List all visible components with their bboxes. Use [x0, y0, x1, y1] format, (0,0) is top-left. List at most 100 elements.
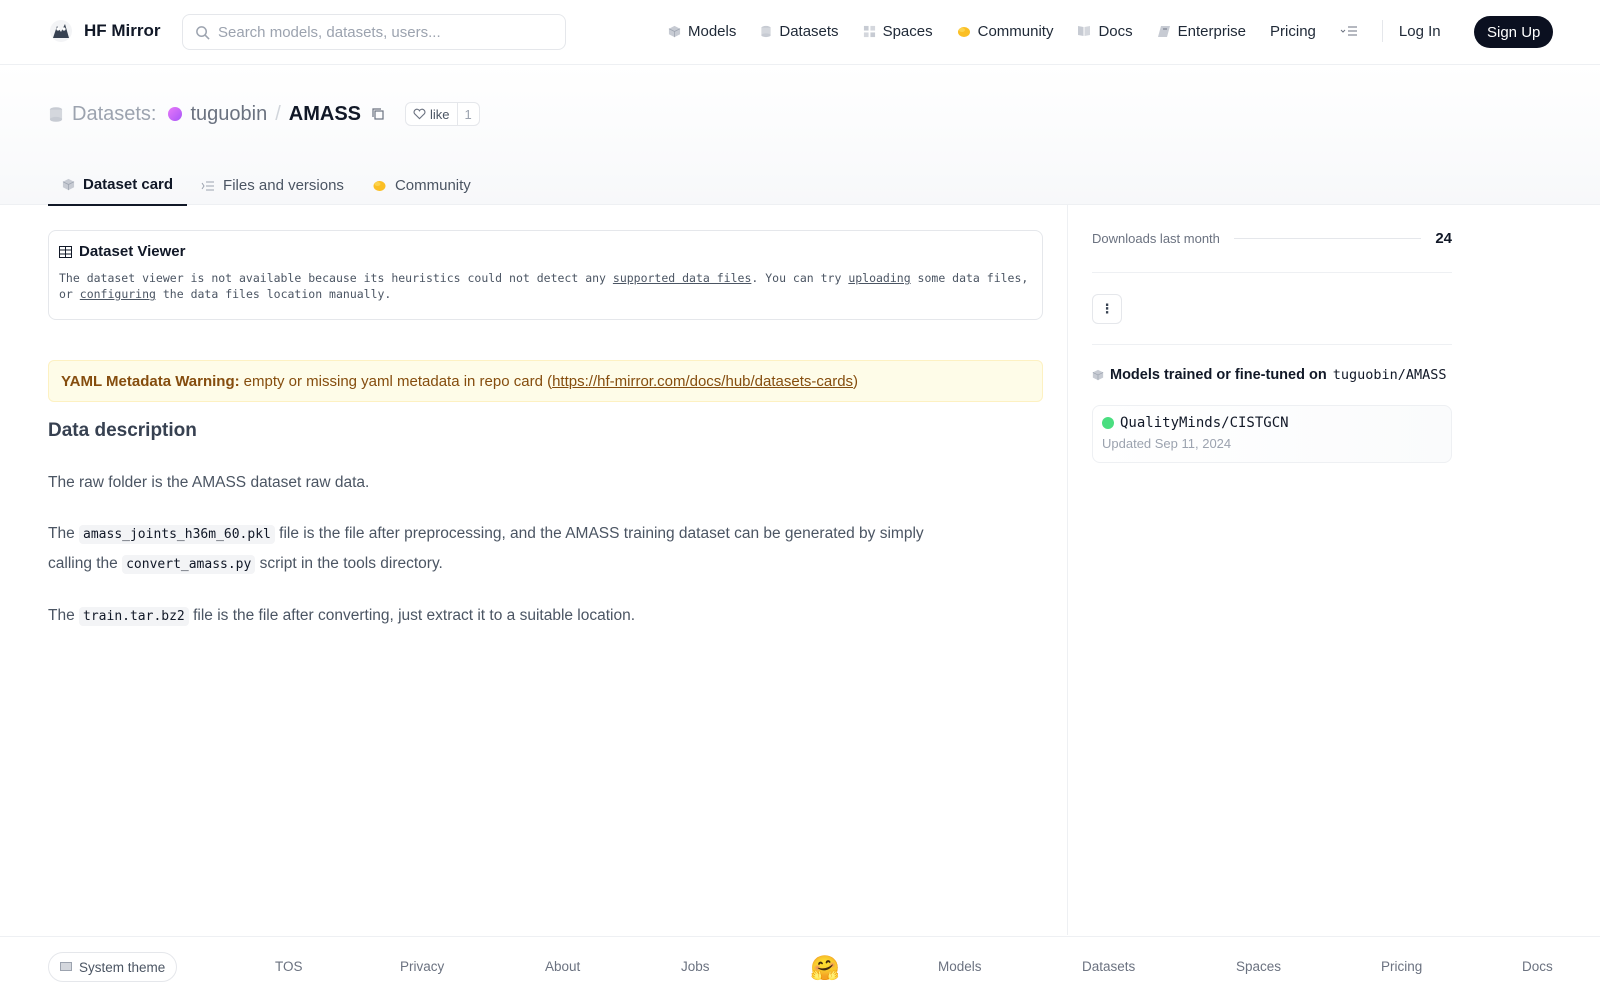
signup-button[interactable]: Sign Up	[1474, 16, 1554, 48]
viewer-text: the data files location manually.	[155, 287, 392, 301]
paragraph: The raw folder is the AMASS dataset raw …	[48, 474, 370, 491]
footer-link-privacy[interactable]: Privacy	[400, 959, 444, 974]
model-card[interactable]: QualityMinds/CISTGCN Updated Sep 11, 202…	[1092, 405, 1452, 463]
downloads-label: Downloads last month	[1092, 231, 1220, 246]
breadcrumb-separator: /	[275, 102, 281, 125]
like-button[interactable]: like	[406, 103, 458, 125]
footer-link-jobs[interactable]: Jobs	[681, 959, 710, 974]
brand-name: HF Mirror	[84, 21, 161, 40]
viewer-text: . You can try	[751, 271, 849, 285]
nav-label: Models	[688, 22, 737, 40]
database-icon	[49, 106, 63, 122]
uploading-link[interactable]: uploading	[848, 271, 910, 285]
database-icon	[761, 25, 772, 37]
actions-row: ⋮	[1092, 273, 1452, 345]
copy-icon[interactable]	[371, 107, 385, 121]
hugging-face-emoji-icon[interactable]: 🤗	[810, 954, 840, 983]
monitor-icon	[60, 962, 72, 971]
warning-text: empty or missing yaml metadata in repo c…	[243, 372, 553, 390]
cube-icon	[62, 178, 75, 191]
paragraph: The amass_joints_h36m_60.pkl file is the…	[48, 519, 948, 579]
section-heading: Data description	[48, 420, 197, 441]
tab-community[interactable]: Community	[358, 165, 485, 206]
search-input[interactable]	[218, 23, 538, 41]
search-icon	[196, 25, 210, 40]
inline-code: convert_amass.py	[122, 555, 256, 574]
sidebar: Downloads last month 24 ⋮ Models trained…	[1092, 205, 1452, 463]
footer-link-pricing[interactable]: Pricing	[1381, 959, 1422, 974]
cube-icon	[1092, 369, 1104, 381]
dataset-viewer-message: The dataset viewer is not available beca…	[59, 270, 1032, 302]
login-link[interactable]: Log In	[1399, 23, 1441, 40]
tag-icon	[1157, 25, 1170, 37]
footer-link-models[interactable]: Models	[938, 959, 982, 974]
text: file is the file after converting, just …	[188, 607, 636, 624]
nav-datasets[interactable]: Datasets	[760, 22, 839, 40]
footer-link-docs[interactable]: Docs	[1522, 959, 1553, 974]
nav-enterprise[interactable]: Enterprise	[1157, 23, 1246, 40]
dataset-cards-docs-link[interactable]: https://hf-mirror.com/docs/hub/datasets-…	[552, 373, 853, 390]
tab-label: Dataset card	[83, 176, 174, 193]
downloads-sparkline	[1233, 238, 1422, 239]
footer-link-spaces[interactable]: Spaces	[1236, 959, 1281, 974]
table-icon	[59, 245, 72, 258]
nav-label: Datasets	[779, 22, 839, 40]
downloads-count: 24	[1435, 230, 1452, 247]
main-nav: Models Datasets Spaces Community Docs En…	[668, 20, 1457, 42]
book-icon	[1078, 26, 1091, 36]
nav-label: Enterprise	[1177, 22, 1247, 40]
repo-header: Datasets: tuguobin / AMASS like 1 Datase…	[0, 65, 1600, 206]
configuring-link[interactable]: configuring	[80, 287, 156, 301]
more-menu-button[interactable]	[1340, 25, 1358, 37]
cube-icon	[668, 25, 681, 37]
text: The	[48, 607, 80, 624]
supported-data-files-link[interactable]: supported data files	[613, 271, 751, 285]
warning-label: YAML Metadata Warning:	[61, 372, 240, 390]
theme-toggle-button[interactable]: System theme	[48, 952, 178, 982]
yaml-metadata-warning: YAML Metadata Warning: empty or missing …	[48, 360, 1043, 402]
more-menu-icon	[1340, 26, 1357, 36]
repo-name[interactable]: AMASS	[289, 103, 361, 126]
dataset-viewer-box: Dataset Viewer The dataset viewer is not…	[48, 230, 1043, 320]
tab-label: Community	[394, 177, 471, 194]
nav-spaces[interactable]: Spaces	[863, 23, 933, 40]
dataset-viewer-heading: Dataset Viewer	[79, 243, 186, 260]
nav-label: Spaces	[882, 22, 933, 40]
files-icon	[201, 181, 215, 190]
repo-owner[interactable]: tuguobin	[190, 103, 267, 126]
logo-icon	[50, 20, 72, 42]
dataset-viewer-title: Dataset Viewer	[59, 243, 1032, 260]
tab-dataset-card[interactable]: Dataset card	[48, 165, 188, 206]
model-avatar	[1102, 417, 1114, 429]
nav-community[interactable]: Community	[957, 23, 1053, 40]
like-count[interactable]: 1	[458, 107, 479, 122]
tab-files-and-versions[interactable]: Files and versions	[187, 165, 358, 206]
repo-kind[interactable]: Datasets:	[72, 103, 156, 126]
inline-code: amass_joints_h36m_60.pkl	[79, 525, 275, 544]
tab-label: Files and versions	[223, 177, 344, 194]
brand-link[interactable]: HF Mirror	[48, 18, 161, 44]
downloads-row: Downloads last month 24	[1092, 205, 1452, 273]
models-trained-heading: Models trained or fine-tuned on tuguobin…	[1092, 367, 1452, 383]
search-box[interactable]	[182, 14, 566, 50]
models-trained-repo: tuguobin/AMASS	[1332, 367, 1447, 383]
nav-docs[interactable]: Docs	[1077, 23, 1133, 40]
inline-code: train.tar.bz2	[79, 607, 189, 626]
model-card-header: QualityMinds/CISTGCN	[1102, 415, 1442, 431]
repo-tabs: Dataset card Files and versions Communit…	[48, 165, 485, 206]
breadcrumb: Datasets: tuguobin / AMASS like 1	[48, 102, 480, 126]
nav-pricing[interactable]: Pricing	[1270, 23, 1316, 40]
grid-icon	[863, 25, 875, 37]
text: The	[48, 525, 80, 542]
footer-link-about[interactable]: About	[545, 959, 580, 974]
nav-models[interactable]: Models	[668, 23, 736, 40]
footer-link-datasets[interactable]: Datasets	[1082, 959, 1135, 974]
model-updated: Updated Sep 11, 2024	[1102, 436, 1232, 451]
footer-link-tos[interactable]: TOS	[275, 959, 303, 974]
more-actions-button[interactable]: ⋮	[1092, 293, 1122, 324]
heart-icon	[413, 108, 426, 120]
theme-label: System theme	[79, 959, 166, 975]
viewer-text: The dataset viewer is not available beca…	[59, 271, 613, 285]
paragraph: The train.tar.bz2 file is the file after…	[48, 601, 948, 631]
sidebar-divider	[1067, 205, 1068, 935]
